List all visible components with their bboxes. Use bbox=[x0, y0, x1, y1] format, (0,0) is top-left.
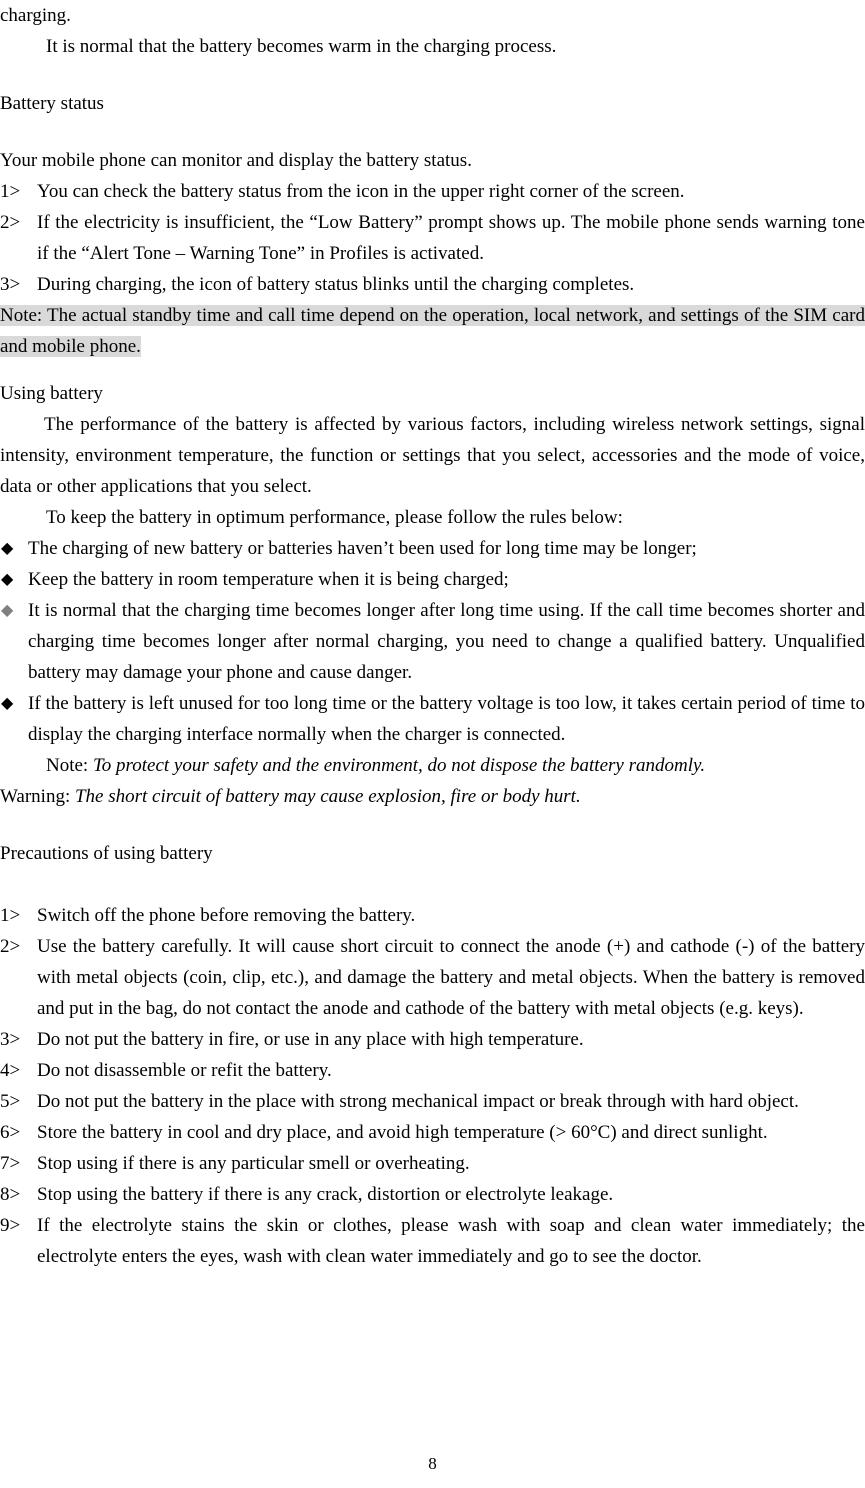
section-heading-precautions: Precautions of using battery bbox=[0, 843, 213, 864]
list-marker: 1> bbox=[0, 905, 21, 926]
list-marker: 8> bbox=[0, 1184, 21, 1205]
list-marker: 3> bbox=[0, 274, 21, 295]
list-item: 5> Do not put the battery in the place wi… bbox=[0, 1086, 865, 1117]
list-item-text: Use the battery carefully. It will cause… bbox=[37, 936, 865, 1019]
list-item-text: Switch off the phone before removing the… bbox=[37, 905, 416, 926]
battery-status-list: 1> You can check the battery status from … bbox=[0, 176, 865, 300]
list-item-text: You can check the battery status from th… bbox=[37, 181, 685, 202]
note-text: To protect your safety and the environme… bbox=[92, 755, 706, 776]
list-item-text: Do not put the battery in fire, or use i… bbox=[37, 1029, 584, 1050]
battery-disposal-note: Note: To protect your safety and the env… bbox=[0, 750, 865, 781]
diamond-bullet-icon: ◆ bbox=[1, 695, 14, 712]
diamond-bullet-icon: ◆ bbox=[1, 571, 14, 588]
list-item-text: The charging of new battery or batteries… bbox=[28, 538, 697, 559]
section-heading-using-battery: Using battery bbox=[0, 383, 103, 404]
list-item: ◆ It is normal that the charging time bec… bbox=[0, 595, 865, 688]
list-item-text: Stop using if there is any particular sm… bbox=[37, 1153, 470, 1174]
list-marker: 4> bbox=[0, 1060, 21, 1081]
list-item: ◆ If the battery is left unused for too l… bbox=[0, 688, 865, 750]
list-item-text: If the battery is left unused for too lo… bbox=[28, 693, 865, 745]
diamond-bullet-icon: ◆ bbox=[1, 540, 14, 557]
optimum-performance-lead-in: To keep the battery in optimum performan… bbox=[46, 507, 623, 528]
list-item-text: Keep the battery in room temperature whe… bbox=[28, 569, 509, 590]
list-marker: 9> bbox=[0, 1215, 21, 1236]
list-item: 2> If the electricity is insufficient, th… bbox=[0, 207, 865, 269]
list-marker: 3> bbox=[0, 1029, 21, 1050]
page-number: 8 bbox=[428, 1454, 437, 1473]
diamond-bullet-icon: ◆ bbox=[1, 602, 14, 619]
highlighted-note-standby-time: Note: The actual standby time and call t… bbox=[0, 300, 865, 362]
list-marker: 2> bbox=[0, 212, 21, 233]
warning-text: The short circuit of battery may cause e… bbox=[74, 786, 581, 807]
list-item-text: It is normal that the charging time beco… bbox=[28, 600, 865, 683]
list-item: ◆ Keep the battery in room temperature wh… bbox=[0, 564, 865, 595]
list-item: 4> Do not disassemble or refit the batter… bbox=[0, 1055, 865, 1086]
list-item: 3> During charging, the icon of battery s… bbox=[0, 269, 865, 300]
continued-paragraph: charging. bbox=[0, 5, 71, 26]
list-item: 2> Use the battery carefully. It will cau… bbox=[0, 931, 865, 1024]
list-item: 1> Switch off the phone before removing t… bbox=[0, 900, 865, 931]
charging-warm-note: It is normal that the battery becomes wa… bbox=[46, 36, 557, 57]
list-item: 9> If the electrolyte stains the skin or … bbox=[0, 1210, 865, 1272]
short-circuit-warning: Warning: The short circuit of battery ma… bbox=[0, 781, 865, 812]
section-heading-battery-status: Battery status bbox=[0, 93, 104, 114]
list-item-text: Do not disassemble or refit the battery. bbox=[37, 1060, 332, 1081]
list-item-text: During charging, the icon of battery sta… bbox=[37, 274, 635, 295]
list-marker: 5> bbox=[0, 1091, 21, 1112]
list-marker: 2> bbox=[0, 936, 21, 957]
list-item: 8> Stop using the battery if there is any… bbox=[0, 1179, 865, 1210]
list-item: ◆ The charging of new battery or batterie… bbox=[0, 533, 865, 564]
list-item-text: If the electricity is insufficient, the … bbox=[37, 212, 865, 264]
list-item: 3> Do not put the battery in fire, or use… bbox=[0, 1024, 865, 1055]
battery-status-intro: Your mobile phone can monitor and displa… bbox=[0, 150, 472, 171]
list-item-text: If the electrolyte stains the skin or cl… bbox=[37, 1215, 865, 1267]
note-label: Note: bbox=[46, 755, 93, 776]
precautions-list: 1> Switch off the phone before removing t… bbox=[0, 900, 865, 1272]
list-item-text: Store the battery in cool and dry place,… bbox=[37, 1122, 768, 1143]
battery-rules-list: ◆ The charging of new battery or batterie… bbox=[0, 533, 865, 750]
list-item: 7> Stop using if there is any particular … bbox=[0, 1148, 865, 1179]
list-marker: 6> bbox=[0, 1122, 21, 1143]
list-item-text: Stop using the battery if there is any c… bbox=[37, 1184, 614, 1205]
highlight-span: Note: The actual standby time and call t… bbox=[0, 305, 865, 357]
warning-label: Warning: bbox=[0, 786, 75, 807]
list-item-text: Do not put the battery in the place with… bbox=[37, 1091, 799, 1112]
list-marker: 1> bbox=[0, 181, 21, 202]
list-item: 6> Store the battery in cool and dry plac… bbox=[0, 1117, 865, 1148]
list-item: 1> You can check the battery status from … bbox=[0, 176, 865, 207]
document-page: charging. It is normal that the battery … bbox=[0, 0, 865, 1488]
battery-performance-paragraph: The performance of the battery is affect… bbox=[0, 414, 865, 497]
list-marker: 7> bbox=[0, 1153, 21, 1174]
